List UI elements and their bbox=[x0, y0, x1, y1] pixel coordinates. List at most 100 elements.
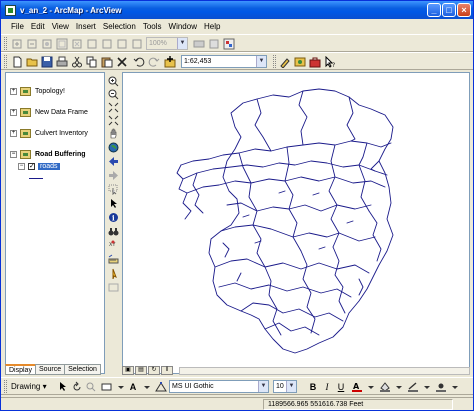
toolbar-grip[interactable] bbox=[273, 55, 276, 68]
zoom-out-layout-icon[interactable] bbox=[26, 38, 38, 50]
go-to-xy-icon[interactable]: XY bbox=[108, 240, 119, 251]
expand-toggle[interactable]: + bbox=[10, 108, 17, 116]
font-name-combo[interactable]: MS UI Gothic ▼ bbox=[169, 380, 269, 393]
go-forward-extent-icon[interactable] bbox=[131, 38, 143, 50]
marker-color-icon[interactable] bbox=[435, 381, 447, 393]
focus-data-frame-icon[interactable] bbox=[208, 38, 220, 50]
font-color-icon[interactable]: A bbox=[351, 381, 363, 393]
menu-window[interactable]: Window bbox=[169, 22, 197, 31]
layer-name-selected[interactable]: roads bbox=[38, 162, 60, 170]
chevron-down-icon[interactable] bbox=[421, 381, 433, 393]
pan-hand-icon[interactable] bbox=[108, 128, 119, 139]
chevron-down-icon[interactable] bbox=[141, 381, 153, 393]
expand-toggle[interactable]: + bbox=[10, 129, 17, 137]
zoom-percent-combo[interactable]: 100% ▼ bbox=[146, 37, 188, 50]
go-back-extent-icon[interactable] bbox=[116, 38, 128, 50]
arccatalog-icon[interactable] bbox=[294, 56, 306, 68]
toolbar-grip[interactable] bbox=[4, 37, 7, 50]
zoom-whole-page-icon[interactable] bbox=[56, 38, 68, 50]
chevron-down-icon[interactable]: ▼ bbox=[256, 56, 266, 67]
time-slider-icon[interactable] bbox=[108, 282, 119, 293]
hyperlink-icon[interactable] bbox=[108, 268, 119, 279]
text-tool-button[interactable]: A bbox=[127, 381, 139, 393]
redo-icon[interactable] bbox=[148, 56, 160, 68]
chevron-down-icon[interactable] bbox=[393, 381, 405, 393]
help-pointer-icon[interactable]: ? bbox=[324, 56, 336, 68]
layer-visibility-checkbox[interactable]: ✓ bbox=[28, 162, 35, 170]
add-data-icon[interactable] bbox=[164, 56, 176, 68]
chevron-down-icon[interactable] bbox=[449, 381, 461, 393]
menu-file[interactable]: File bbox=[11, 22, 24, 31]
fixed-zoom-in-icon[interactable] bbox=[108, 102, 119, 113]
pause-drawing-icon[interactable]: ‖ bbox=[161, 366, 173, 375]
toc-layer-road-buffering[interactable]: − Road Buffering bbox=[10, 148, 86, 160]
collapse-toggle[interactable]: − bbox=[18, 162, 25, 170]
fixed-zoom-out-icon[interactable] bbox=[108, 115, 119, 126]
menu-edit[interactable]: Edit bbox=[31, 22, 45, 31]
cut-icon[interactable] bbox=[71, 56, 83, 68]
drawing-menu-button[interactable]: Drawing ▾ bbox=[11, 382, 47, 391]
full-extent-globe-icon[interactable] bbox=[108, 142, 119, 153]
chevron-down-icon[interactable]: ▼ bbox=[258, 381, 268, 392]
find-binoculars-icon[interactable] bbox=[108, 226, 119, 237]
undo-icon[interactable] bbox=[133, 56, 145, 68]
rectangle-tool-icon[interactable] bbox=[101, 381, 113, 393]
collapse-toggle[interactable]: − bbox=[10, 150, 17, 158]
editor-toolbar-icon[interactable] bbox=[279, 56, 291, 68]
select-elements-icon[interactable] bbox=[57, 381, 69, 393]
chevron-down-icon[interactable] bbox=[365, 381, 377, 393]
refresh-icon[interactable]: ↻ bbox=[148, 366, 160, 375]
minimize-button[interactable]: _ bbox=[427, 3, 441, 17]
bold-button[interactable]: B bbox=[307, 381, 319, 393]
toolbar-grip[interactable] bbox=[4, 55, 7, 68]
fill-color-icon[interactable] bbox=[379, 381, 391, 393]
italic-button[interactable]: I bbox=[321, 381, 333, 393]
toc-layer-new-data-frame[interactable]: + New Data Frame bbox=[10, 106, 88, 118]
layout-view-icon[interactable]: ▤ bbox=[135, 366, 147, 375]
tab-selection[interactable]: Selection bbox=[64, 364, 101, 375]
menu-selection[interactable]: Selection bbox=[103, 22, 136, 31]
underline-button[interactable]: U bbox=[335, 381, 347, 393]
select-elements-arrow-icon[interactable] bbox=[108, 198, 119, 209]
change-layout-icon[interactable] bbox=[223, 38, 235, 50]
zoom-out-icon[interactable] bbox=[108, 89, 119, 100]
toc-layer-topology[interactable]: + Topology! bbox=[10, 85, 65, 97]
zoom-100-icon[interactable] bbox=[71, 38, 83, 50]
copy-icon[interactable] bbox=[86, 56, 98, 68]
previous-extent-icon[interactable] bbox=[108, 156, 119, 167]
maximize-button[interactable]: □ bbox=[442, 3, 456, 17]
delete-icon[interactable] bbox=[116, 56, 128, 68]
open-folder-icon[interactable] bbox=[26, 56, 38, 68]
zoom-in-layout-icon[interactable] bbox=[11, 38, 23, 50]
pan-layout-icon[interactable] bbox=[41, 38, 53, 50]
identify-icon[interactable]: i bbox=[108, 212, 119, 223]
menu-view[interactable]: View bbox=[52, 22, 69, 31]
save-icon[interactable] bbox=[41, 56, 53, 68]
data-view-icon[interactable]: ▣ bbox=[122, 366, 134, 375]
fixed-zoom-in-icon[interactable] bbox=[86, 38, 98, 50]
expand-toggle[interactable]: + bbox=[10, 87, 17, 95]
title-bar[interactable]: v_an_2 - ArcMap - ArcView _ □ × bbox=[1, 1, 473, 19]
horizontal-scrollbar[interactable] bbox=[179, 367, 470, 375]
menu-tools[interactable]: Tools bbox=[143, 22, 162, 31]
edit-vertices-icon[interactable] bbox=[155, 381, 167, 393]
toc-layer-culvert-inventory[interactable]: + Culvert Inventory bbox=[10, 127, 88, 139]
rotate-icon[interactable] bbox=[71, 381, 83, 393]
select-features-icon[interactable] bbox=[108, 184, 119, 195]
line-color-icon[interactable] bbox=[407, 381, 419, 393]
print-icon[interactable] bbox=[56, 56, 68, 68]
tab-display[interactable]: Display bbox=[5, 364, 36, 375]
menu-help[interactable]: Help bbox=[204, 22, 220, 31]
toggle-draft-mode-icon[interactable] bbox=[193, 38, 205, 50]
chevron-down-icon[interactable] bbox=[115, 381, 127, 393]
close-button[interactable]: × bbox=[457, 3, 471, 17]
toc-sublayer-roads[interactable]: − ✓ roads bbox=[18, 160, 60, 172]
map-display[interactable] bbox=[122, 72, 470, 374]
chevron-down-icon[interactable]: ▼ bbox=[286, 381, 296, 392]
menu-insert[interactable]: Insert bbox=[76, 22, 96, 31]
next-extent-icon[interactable] bbox=[108, 170, 119, 181]
new-document-icon[interactable] bbox=[11, 56, 23, 68]
toolbar-grip[interactable] bbox=[4, 380, 7, 393]
measure-icon[interactable] bbox=[108, 254, 119, 265]
chevron-down-icon[interactable]: ▼ bbox=[177, 38, 187, 49]
